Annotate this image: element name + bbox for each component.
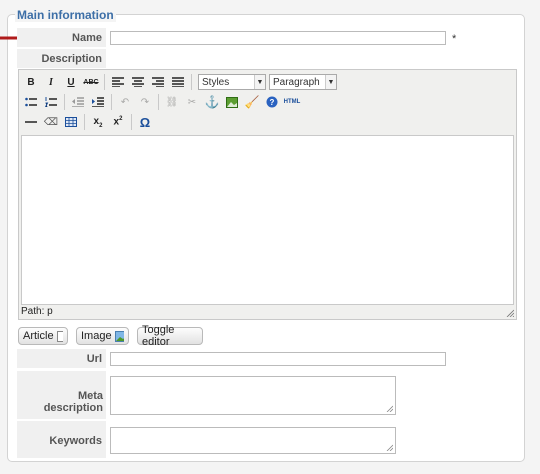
article-add-icon: [56, 331, 63, 342]
undo-button[interactable]: ↶: [115, 92, 135, 112]
underline-button[interactable]: U: [61, 72, 81, 92]
align-justify-button[interactable]: [168, 72, 188, 92]
underline-icon: U: [67, 76, 75, 88]
format-select[interactable]: Paragraph ▼: [269, 74, 337, 90]
resize-grip-icon[interactable]: [506, 309, 514, 317]
omega-icon: Ω: [139, 114, 151, 130]
toolbar-separator: [64, 94, 65, 110]
article-button[interactable]: Article: [18, 327, 68, 345]
image-icon: [226, 96, 238, 108]
format-select-value: Paragraph: [273, 76, 320, 88]
resize-grip-icon[interactable]: [386, 405, 393, 412]
svg-text:?: ?: [270, 98, 275, 107]
visual-aid-button[interactable]: [61, 112, 81, 132]
bullet-list-icon: [25, 97, 37, 107]
image-button-label: Image: [81, 330, 112, 342]
editor-content-area[interactable]: [21, 135, 514, 305]
numbered-list-icon: [45, 97, 57, 107]
numbered-list-button[interactable]: [41, 92, 61, 112]
editor-toolbar-row-3: ⌫ x2 x2 Ω: [21, 112, 155, 132]
keywords-label: Keywords: [49, 435, 102, 447]
meta-description-label: Meta description: [43, 390, 103, 414]
italic-button[interactable]: I: [41, 72, 61, 92]
url-label: Url: [86, 353, 102, 365]
align-justify-icon: [172, 77, 184, 87]
subscript-button[interactable]: x2: [88, 112, 108, 132]
cleanup-button[interactable]: 🧹: [242, 92, 262, 112]
horizontal-rule-icon: [25, 121, 37, 123]
path-label: Path:: [21, 306, 45, 317]
italic-icon: I: [49, 76, 53, 88]
align-center-button[interactable]: [128, 72, 148, 92]
fieldset-legend: Main information: [15, 8, 116, 22]
resize-grip-icon[interactable]: [386, 444, 393, 451]
toolbar-separator: [111, 94, 112, 110]
subscript-icon: x2: [93, 115, 103, 129]
chevron-down-icon: ▼: [254, 75, 265, 89]
bold-icon: B: [27, 76, 35, 88]
table-icon: [65, 117, 77, 127]
toggle-editor-button[interactable]: Toggle editor: [137, 324, 203, 348]
keywords-textarea[interactable]: [110, 427, 396, 454]
redo-button[interactable]: ↷: [135, 92, 155, 112]
align-center-icon: [132, 77, 144, 87]
indent-button[interactable]: [88, 92, 108, 112]
url-input[interactable]: [110, 352, 446, 366]
editor-toolbar-row-2: ↶ ↷ ⛓ ✂ ⚓ 🧹 ? HTML: [21, 92, 302, 112]
link-button[interactable]: ⛓: [162, 92, 182, 112]
link-icon: ⛓: [165, 96, 179, 108]
toolbar-separator: [131, 114, 132, 130]
name-input[interactable]: [110, 31, 446, 45]
toggle-editor-label: Toggle editor: [142, 324, 175, 348]
special-character-button[interactable]: Ω: [135, 112, 155, 132]
superscript-icon: x2: [113, 116, 123, 128]
required-marker: *: [452, 33, 457, 45]
styles-select-value: Styles: [202, 76, 230, 88]
outdent-button[interactable]: [68, 92, 88, 112]
unlink-button[interactable]: ✂: [182, 92, 202, 112]
remove-format-button[interactable]: ⌫: [41, 112, 61, 132]
align-right-button[interactable]: [148, 72, 168, 92]
article-button-label: Article: [23, 330, 54, 342]
superscript-button[interactable]: x2: [108, 112, 128, 132]
eraser-icon: ⌫: [43, 116, 59, 128]
horizontal-rule-button[interactable]: [21, 112, 41, 132]
redo-icon: ↷: [140, 96, 150, 108]
broom-icon: 🧹: [244, 95, 260, 109]
undo-icon: ↶: [120, 96, 130, 108]
chevron-down-icon: ▼: [325, 75, 336, 89]
name-label: Name: [72, 32, 102, 44]
bullet-list-button[interactable]: [21, 92, 41, 112]
editor-path-bar: Path: p: [21, 306, 53, 317]
styles-select[interactable]: Styles ▼: [198, 74, 266, 90]
image-icon: [114, 330, 124, 342]
anchor-button[interactable]: ⚓: [202, 92, 222, 112]
insert-image-button[interactable]: [222, 92, 242, 112]
html-icon: HTML: [283, 99, 301, 105]
toolbar-separator: [191, 74, 192, 90]
unlink-icon: ✂: [187, 96, 197, 108]
html-source-button[interactable]: HTML: [282, 92, 302, 112]
strikethrough-icon: ABC: [83, 78, 99, 86]
toolbar-separator: [104, 74, 105, 90]
meta-description-textarea[interactable]: [110, 376, 396, 415]
help-icon: ?: [266, 96, 278, 108]
help-button[interactable]: ?: [262, 92, 282, 112]
editor-toolbar-row-1: B I U ABC Styles ▼ Paragraph ▼: [21, 72, 337, 92]
bold-button[interactable]: B: [21, 72, 41, 92]
indent-icon: [92, 97, 104, 107]
image-button[interactable]: Image: [76, 327, 129, 345]
anchor-icon: ⚓: [204, 95, 220, 109]
align-right-icon: [152, 77, 164, 87]
rich-text-editor: B I U ABC Styles ▼ Paragraph ▼ ↶ ↷ ⛓ ✂ ⚓…: [18, 69, 517, 320]
toolbar-separator: [84, 114, 85, 130]
description-label: Description: [41, 53, 102, 65]
path-value: p: [47, 306, 53, 317]
align-left-button[interactable]: [108, 72, 128, 92]
toolbar-separator: [158, 94, 159, 110]
strikethrough-button[interactable]: ABC: [81, 72, 101, 92]
align-left-icon: [112, 77, 124, 87]
outdent-icon: [72, 97, 84, 107]
